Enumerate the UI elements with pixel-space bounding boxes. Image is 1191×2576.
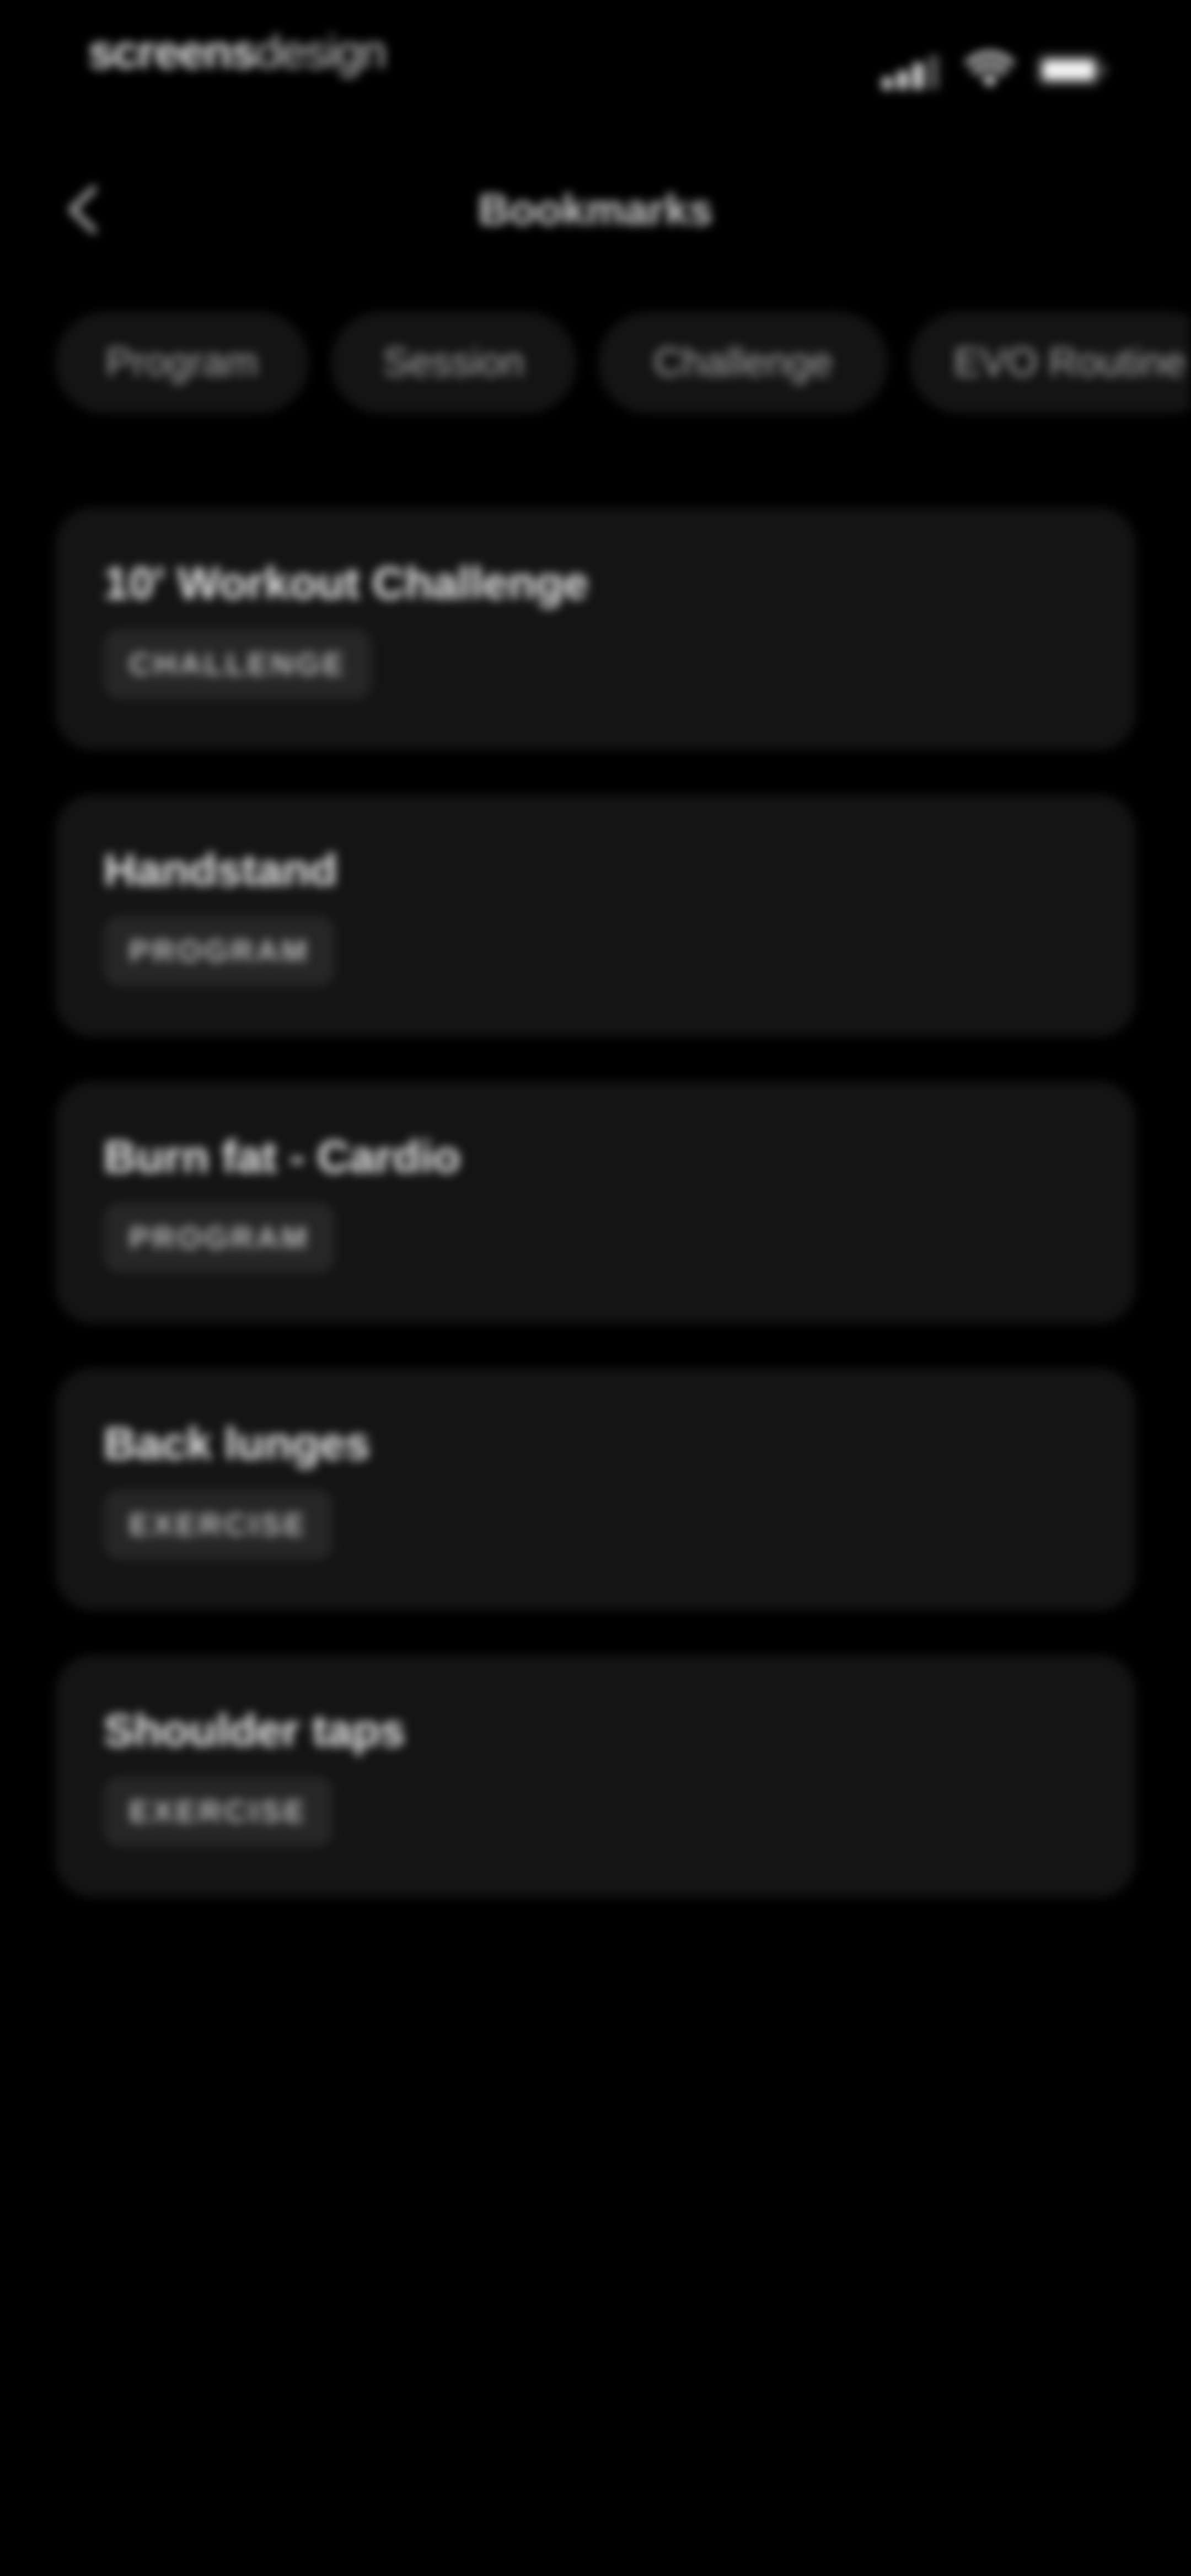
bookmark-title: Shoulder taps — [104, 1706, 405, 1756]
bookmark-type-badge: PROGRAM — [104, 916, 335, 986]
filter-chip-session[interactable]: Session — [331, 312, 576, 414]
wifi-icon — [965, 51, 1015, 89]
bookmark-card[interactable]: Burn fat - Cardio PROGRAM — [55, 1081, 1136, 1324]
brand-bold-text: screens — [88, 26, 257, 78]
page-title: Bookmarks — [478, 185, 713, 234]
bookmark-card[interactable]: Back lunges EXERCISE — [55, 1368, 1136, 1611]
brand-light-text: design — [255, 26, 387, 78]
status-bar-icons — [882, 51, 1114, 89]
bookmark-card[interactable]: Shoulder taps EXERCISE — [55, 1655, 1136, 1898]
brand-watermark: screensdesign — [88, 26, 387, 78]
bookmark-type-badge: EXERCISE — [104, 1776, 333, 1847]
cellular-signal-icon — [882, 51, 943, 89]
battery-icon — [1037, 54, 1108, 86]
bookmarks-screen: screensdesign Bookmarks Program Session … — [0, 0, 1191, 2576]
bookmark-title: Burn fat - Cardio — [104, 1132, 460, 1182]
bookmark-type-badge: CHALLENGE — [104, 629, 372, 699]
bookmark-type-badge: EXERCISE — [104, 1489, 333, 1560]
filter-chip-bar: Program Session Challenge EVO Routine — [55, 312, 1191, 416]
filter-chip-evo-routine[interactable]: EVO Routine — [910, 312, 1191, 414]
bookmark-title: Back lunges — [104, 1419, 371, 1469]
bookmark-title: 10' Workout Challenge — [104, 558, 589, 608]
filter-chip-challenge[interactable]: Challenge — [598, 312, 888, 414]
bookmark-type-badge: PROGRAM — [104, 1203, 335, 1273]
filter-chip-program[interactable]: Program — [55, 312, 309, 414]
bookmark-title: Handstand — [104, 845, 337, 895]
bookmark-card[interactable]: 10' Workout Challenge CHALLENGE — [55, 507, 1136, 750]
bookmark-card[interactable]: Handstand PROGRAM — [55, 794, 1136, 1037]
